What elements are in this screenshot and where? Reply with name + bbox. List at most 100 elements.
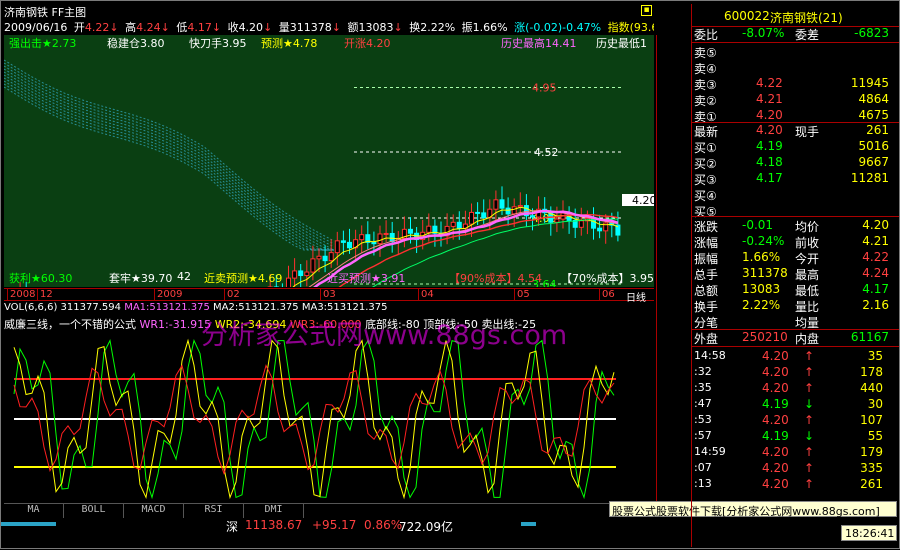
sell-power-bar	[521, 522, 536, 526]
stat-label: 涨幅	[694, 234, 718, 251]
wr-chart[interactable]	[4, 331, 654, 501]
tab-rsi[interactable]: RSI	[184, 504, 244, 518]
tab-dmi[interactable]: DMI	[244, 504, 304, 518]
sell-vol: 4675	[858, 108, 889, 122]
tab-macd[interactable]: MACD	[124, 504, 184, 518]
sell-row-2: 卖②4.214864	[694, 92, 897, 107]
candle-body	[378, 234, 382, 244]
candle-body	[348, 242, 352, 247]
indicator-top-bar: 强出击★2.73稳建仓3.80快刀手3.95预测★4.78开涨4.20历史最高1…	[4, 35, 654, 49]
tick-dir: ↓	[804, 397, 814, 411]
tick-vol: 179	[860, 445, 883, 459]
status-index-row: 深 11138.67 +95.17 0.86% 722.09亿	[1, 518, 691, 533]
tick-dir: ↑	[804, 381, 814, 395]
kline-chart[interactable]: 4.954.524.083.644.20	[4, 35, 654, 287]
indicator-bottom-6: 【70%成本】3.95	[561, 270, 654, 286]
candle-body	[579, 221, 583, 227]
date-tick-3: 02	[224, 289, 240, 300]
tick-vol: 30	[868, 397, 883, 411]
hand-label: 现手	[795, 123, 819, 140]
info-amp: 振1.66%	[462, 21, 508, 33]
quote-panel: 600022济南钢铁(21)委比-8.07%委差-6823卖⑤卖④卖③4.221…	[691, 4, 898, 547]
info-amt: 额13083↓	[348, 21, 403, 33]
stat-value: 311378	[742, 266, 788, 280]
stat-label-2: 前收	[795, 234, 819, 251]
buy-price: 4.19	[756, 139, 783, 153]
candle-body	[506, 208, 510, 214]
candle-body	[341, 241, 345, 243]
stat-label-2: 今开	[795, 250, 819, 267]
indicator-bottom-0: 获利★60.30	[9, 270, 72, 286]
info-index: 指数(93.60)	[608, 21, 654, 33]
tick-dir: ↑	[804, 461, 814, 475]
price-axis	[656, 35, 691, 501]
sell-row-3: 卖③4.2211945	[694, 76, 897, 91]
indicator-top-2: 快刀手3.95	[189, 35, 247, 51]
webi-sep	[692, 42, 899, 43]
tab-ma[interactable]: MA	[4, 504, 64, 518]
hand-value: 261	[866, 123, 889, 137]
stock-name: 济南钢铁(21)	[770, 9, 843, 26]
wr-name: 威廉三线，一个不错的公式	[4, 318, 136, 331]
buy-price: 4.18	[756, 155, 783, 169]
tab-boll[interactable]: BOLL	[64, 504, 124, 518]
date-tick-4: 03	[320, 289, 336, 300]
tick-dir: ↑	[804, 445, 814, 459]
stat-value: -0.01	[742, 218, 773, 232]
tick-row-0: 14:584.20↑35	[694, 349, 897, 364]
indicator-top-6: 历史最低1	[596, 35, 647, 51]
candle-body	[531, 216, 535, 217]
webi-value: -8.07%	[742, 26, 784, 40]
tick-time: 14:58	[694, 349, 726, 362]
tick-vol: 107	[860, 413, 883, 427]
tick-price: 4.20	[762, 445, 789, 459]
stat-value-2: 4.17	[862, 282, 889, 296]
quote-header: 600022济南钢铁(21)	[694, 9, 897, 24]
tick-time: :47	[694, 397, 712, 410]
tick-dir: ↓	[804, 429, 814, 443]
indicator-top-1: 稳建仓3.80	[107, 35, 165, 51]
info-turn: 换2.22%	[409, 21, 455, 33]
tick-vol: 261	[860, 477, 883, 491]
sell-price: 4.22	[756, 76, 783, 90]
current-price-tag: 4.20	[632, 194, 654, 207]
tick-row-5: :574.19↓55	[694, 429, 897, 444]
buy-price: 4.17	[756, 171, 783, 185]
wecha-value: -6823	[854, 26, 889, 40]
tick-vol: 178	[860, 365, 883, 379]
stat-label-2: 最低	[795, 282, 819, 299]
sell-label: 卖④	[694, 60, 717, 77]
buy-power-bar	[1, 522, 56, 526]
webi-label: 委比	[694, 26, 718, 43]
vol-value: 311377.594	[61, 302, 121, 313]
buy-row-2: 买②4.189667	[694, 155, 897, 170]
stat-label: 总手	[694, 266, 718, 283]
lock-icon[interactable]: ▪	[641, 5, 652, 16]
stat-label: 总额	[694, 282, 718, 299]
tick-price: 4.19	[762, 397, 789, 411]
stat-value-2: 4.20	[862, 218, 889, 232]
indicator-top-4: 开涨4.20	[344, 35, 391, 51]
candle-body	[555, 219, 559, 222]
tick-time: :53	[694, 413, 712, 426]
indicator-tabs: MABOLLMACDRSIDMI	[4, 503, 654, 517]
sell-label: 卖⑤	[694, 44, 717, 61]
buy-label: 买②	[694, 155, 717, 172]
candle-body	[598, 228, 602, 231]
vol-ma2: MA2:513121.375	[213, 302, 299, 313]
last-value: 4.20	[756, 123, 783, 137]
date-tick-1: 12	[37, 289, 53, 300]
webi-row: 委比-8.07%委差-6823	[694, 26, 897, 41]
vol-ma3: MA3:513121.375	[302, 302, 388, 313]
status-bar: 深 11138.67 +95.17 0.86% 722.09亿	[1, 518, 691, 550]
stat-row-3: 总手311378最高4.24	[694, 266, 897, 281]
candle-body	[329, 253, 333, 261]
candle-body	[482, 213, 486, 218]
vol-name: VOL(6,6,6)	[4, 302, 57, 313]
stat-row-4: 总额13083最低4.17	[694, 282, 897, 297]
sell-price: 4.20	[756, 108, 783, 122]
chart-title: 济南钢铁 FF主图	[4, 4, 86, 18]
neipan-label: 内盘	[795, 330, 819, 347]
candle-body	[360, 235, 364, 240]
date-tick-2: 2009	[154, 289, 182, 300]
